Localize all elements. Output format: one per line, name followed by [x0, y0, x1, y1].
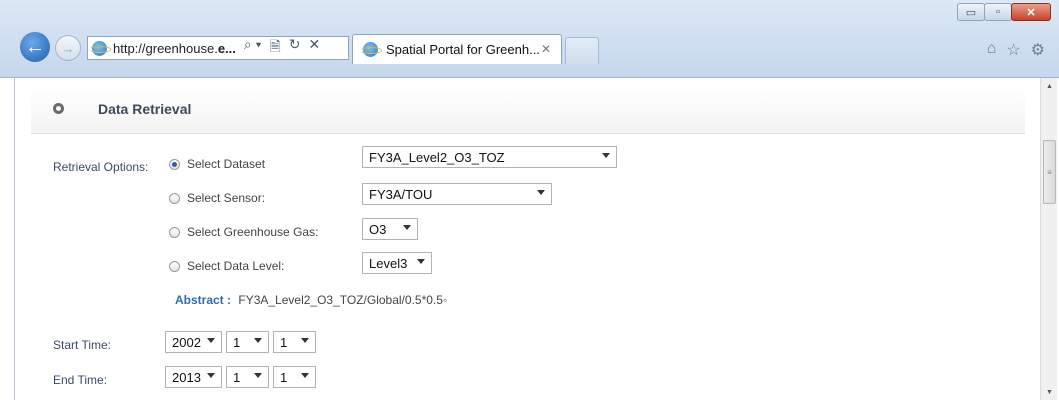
gas-option-label: Select Greenhouse Gas: [187, 225, 319, 239]
new-tab-button[interactable] [565, 37, 599, 64]
chevron-down-icon [602, 153, 610, 158]
start-day-value: 1 [280, 334, 288, 350]
retrieval-options-label: Retrieval Options: [53, 160, 149, 174]
end-month-value: 1 [233, 369, 241, 385]
start-year-select[interactable]: 2002 [165, 331, 222, 353]
abstract-suffix: ◦ [442, 293, 448, 307]
level-radio[interactable] [169, 260, 180, 272]
panel-header: Data Retrieval [31, 88, 1025, 134]
option-select-gas[interactable]: Select Greenhouse Gas: [169, 225, 318, 239]
compatibility-view-icon[interactable]: 🗎 [270, 36, 281, 60]
dataset-radio[interactable] [169, 158, 180, 170]
favorites-star-icon[interactable]: ☆ [1006, 40, 1020, 60]
stop-icon[interactable]: ✕ [309, 36, 321, 60]
chevron-down-icon [207, 373, 215, 378]
option-select-dataset[interactable]: Select Dataset [169, 157, 265, 171]
level-select[interactable]: Level3 [362, 252, 432, 274]
dataset-select[interactable]: FY3A_Level2_O3_TOZ [362, 146, 617, 168]
chevron-down-icon [207, 338, 215, 343]
sensor-radio[interactable] [169, 192, 180, 204]
sensor-option-label: Select Sensor: [187, 191, 266, 205]
chevron-down-icon [254, 373, 262, 378]
close-window-button[interactable]: ✕ [1011, 3, 1051, 21]
chevron-down-icon [537, 190, 545, 195]
panel-title: Data Retrieval [98, 101, 192, 117]
gas-radio[interactable] [169, 226, 180, 238]
scroll-thumb[interactable]: ≡ [1043, 140, 1056, 204]
level-option-label: Select Data Level: [187, 259, 285, 273]
end-year-value: 2013 [172, 369, 201, 385]
tab-title: Spatial Portal for Greenh... [386, 42, 540, 57]
settings-gear-icon[interactable]: ⚙ [1031, 40, 1045, 60]
abstract-label: Abstract : [175, 293, 232, 307]
end-day-select[interactable]: 1 [273, 366, 316, 388]
address-url[interactable]: http://greenhouse.e... [113, 41, 236, 56]
abstract-value: FY3A_Level2_O3_TOZ/Global/0.5*0.5 [238, 293, 443, 307]
option-select-level[interactable]: Select Data Level: [169, 259, 284, 273]
end-day-value: 1 [280, 369, 288, 385]
start-month-select[interactable]: 1 [226, 331, 269, 353]
end-month-select[interactable]: 1 [226, 366, 269, 388]
gas-select[interactable]: O3 [362, 218, 418, 240]
dataset-option-label: Select Dataset [187, 157, 266, 171]
page-content: Data Retrieval Retrieval Options: Select… [14, 78, 1040, 400]
tab-spatial-portal[interactable]: Spatial Portal for Greenh... ✕ [352, 34, 562, 64]
forward-arrow-icon: → [61, 40, 75, 56]
window-controls: ▭ ▫ ✕ [957, 3, 1051, 21]
scroll-down-icon[interactable]: ▼ [1041, 384, 1058, 400]
chevron-down-icon [254, 338, 262, 343]
start-year-value: 2002 [172, 334, 201, 350]
end-year-select[interactable]: 2013 [165, 366, 222, 388]
start-month-value: 1 [233, 334, 241, 350]
search-dropdown-icon[interactable]: ⌕ ▾ [244, 36, 262, 60]
browser-toolbar: ⌂ ☆ ⚙ [987, 40, 1045, 60]
level-select-value: Level3 [369, 255, 408, 271]
start-day-select[interactable]: 1 [273, 331, 316, 353]
chevron-down-icon [301, 373, 309, 378]
abstract-line: Abstract : FY3A_Level2_O3_TOZ/Global/0.5… [175, 293, 447, 307]
forward-button[interactable]: → [55, 35, 81, 61]
minimize-button[interactable]: ▭ [957, 3, 985, 21]
chevron-down-icon [403, 225, 411, 230]
ie-page-icon [89, 40, 111, 56]
sensor-select[interactable]: FY3A/TOU [362, 183, 552, 205]
tab-favicon-icon [360, 42, 382, 57]
vertical-scrollbar[interactable]: ▲ ≡ ▼ [1040, 78, 1057, 400]
option-select-sensor[interactable]: Select Sensor: [169, 191, 265, 205]
tab-close-icon[interactable]: ✕ [541, 42, 551, 56]
collapse-bullet-icon[interactable] [53, 103, 64, 114]
address-tools: ⌕ ▾ 🗎 ↻ ✕ [244, 36, 320, 60]
scroll-up-icon[interactable]: ▲ [1041, 78, 1058, 94]
chevron-down-icon [301, 338, 309, 343]
home-icon[interactable]: ⌂ [987, 40, 997, 60]
back-arrow-icon: ← [25, 35, 45, 58]
browser-chrome: ▭ ▫ ✕ ← → http://greenhouse.e... ⌕ ▾ 🗎 ↻… [0, 0, 1059, 78]
dataset-select-value: FY3A_Level2_O3_TOZ [369, 149, 505, 165]
start-time-label: Start Time: [53, 338, 112, 352]
sensor-select-value: FY3A/TOU [369, 186, 433, 202]
maximize-button[interactable]: ▫ [984, 3, 1012, 21]
address-bar[interactable]: http://greenhouse.e... ⌕ ▾ 🗎 ↻ ✕ [87, 36, 349, 60]
back-button[interactable]: ← [18, 30, 52, 64]
end-time-label: End Time: [53, 373, 108, 387]
gas-select-value: O3 [369, 221, 387, 237]
refresh-icon[interactable]: ↻ [289, 36, 301, 60]
chevron-down-icon [417, 259, 425, 264]
